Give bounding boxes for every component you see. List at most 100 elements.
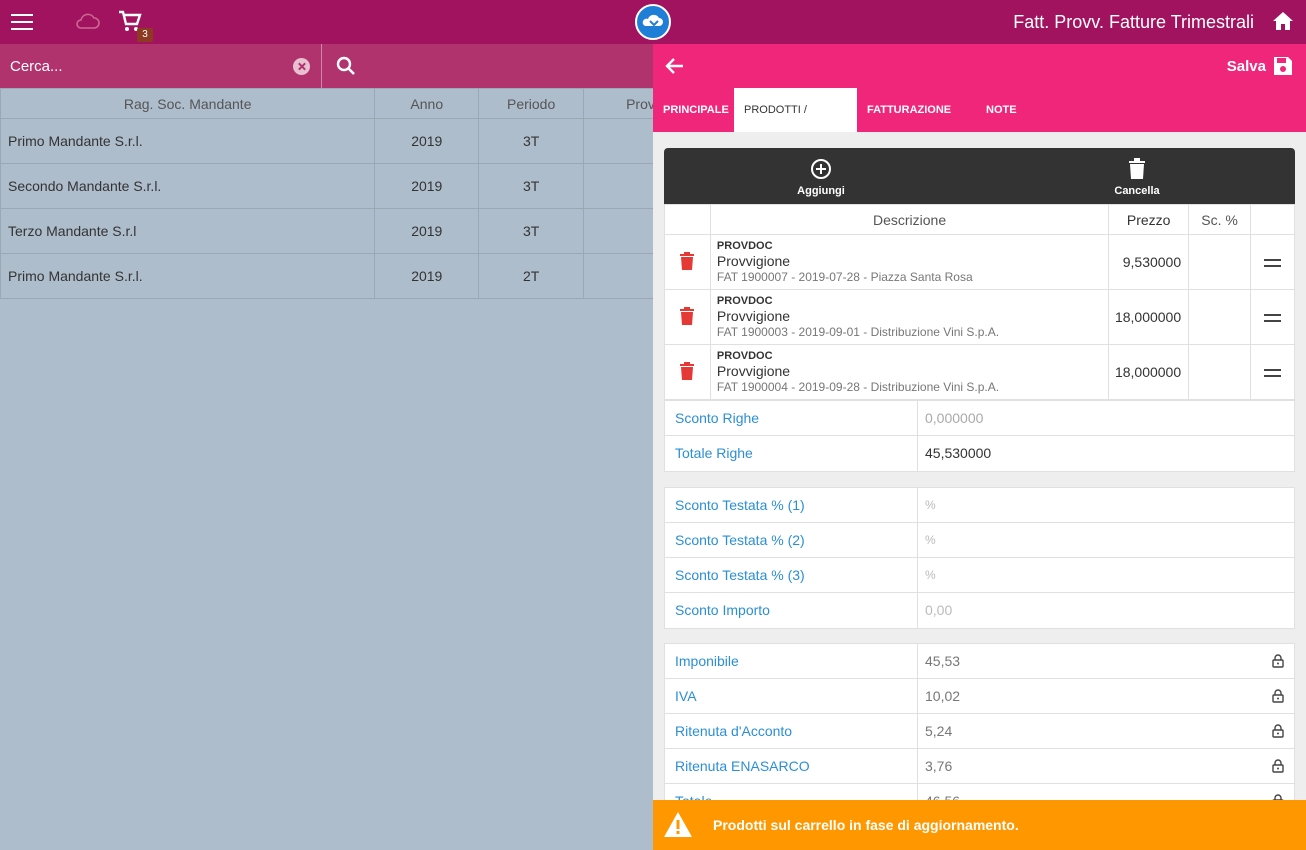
product-row[interactable]: PROVDOC Provvigione FAT 1900003 - 2019-0… <box>664 289 1295 345</box>
imponibile-row: Imponibile 45,53 <box>665 644 1294 679</box>
home-icon[interactable] <box>1272 11 1294 34</box>
search-bar <box>0 44 653 88</box>
tab-prodotti-servizi[interactable]: PRODOTTI / SERVIZI <box>734 88 857 160</box>
clear-search-icon[interactable] <box>293 58 310 75</box>
cell-periodo: 3T <box>478 163 585 209</box>
ritenuta-acconto-label: Ritenuta d'Acconto <box>675 723 793 739</box>
column-header-prezzo: Prezzo <box>1108 204 1190 235</box>
mandanti-table: Rag. Soc. Mandante Anno Periodo Prov Pri… <box>0 88 700 299</box>
search-icon[interactable] <box>336 56 356 79</box>
line-totals-box: Sconto Righe 0,000000 Totale Righe 45,53… <box>664 400 1295 472</box>
cloud-sync-icon[interactable] <box>74 12 100 33</box>
ritenuta-enasarco-value: 3,76 <box>917 749 1295 784</box>
cell-ragione-sociale: Terzo Mandante S.r.l <box>0 208 376 254</box>
cart-count-badge: 3 <box>137 28 153 42</box>
app-logo <box>635 4 671 40</box>
cell-anno: 2019 <box>374 118 480 164</box>
product-name: Provvigione <box>716 307 791 324</box>
totale-righe-value: 45,530000 <box>917 436 1295 471</box>
add-product-button[interactable]: Aggiungi <box>794 158 848 197</box>
lock-icon <box>1272 689 1284 703</box>
cell-anno: 2019 <box>374 208 480 254</box>
products-table: Descrizione Prezzo Sc. % PROVDOC Provvig… <box>664 204 1295 400</box>
trash-icon <box>1128 158 1146 183</box>
delete-products-label: Cancella <box>1114 185 1160 197</box>
back-arrow-icon[interactable] <box>665 56 685 79</box>
delete-row-button[interactable] <box>664 234 711 290</box>
totale-righe-label: Totale Righe <box>675 445 753 461</box>
iva-label: IVA <box>675 688 697 704</box>
lock-icon <box>1272 759 1284 773</box>
plus-circle-icon <box>810 159 832 183</box>
drag-handle-icon[interactable] <box>1250 344 1295 400</box>
product-discount[interactable] <box>1188 234 1252 290</box>
trash-icon <box>680 306 695 325</box>
search-input[interactable] <box>0 44 322 88</box>
tab-fatturazione[interactable]: FATTURAZIONE <box>857 88 967 132</box>
tab-bar: PRINCIPALE PRODOTTI / SERVIZI FATTURAZIO… <box>653 88 1306 160</box>
sconto-testata-3-field[interactable]: % <box>917 558 1295 593</box>
table-row[interactable]: Primo Mandante S.r.l. 2019 2T <box>0 253 700 299</box>
product-row[interactable]: PROVDOC Provvigione FAT 1900004 - 2019-0… <box>664 344 1295 400</box>
product-price[interactable]: 18,000000 <box>1108 289 1190 345</box>
cell-periodo: 2T <box>478 253 585 299</box>
sconto-importo-label: Sconto Importo <box>675 602 770 618</box>
product-code: PROVDOC <box>716 294 773 307</box>
sconto-testata-1-label: Sconto Testata % (1) <box>675 497 805 513</box>
product-discount[interactable] <box>1188 289 1252 345</box>
table-row[interactable]: Primo Mandante S.r.l. 2019 3T <box>0 118 700 164</box>
sconto-importo-field[interactable]: 0,00 <box>917 593 1295 628</box>
product-discount[interactable] <box>1188 344 1252 400</box>
ritenuta-acconto-row: Ritenuta d'Acconto 5,24 <box>665 714 1294 749</box>
product-price[interactable]: 18,000000 <box>1108 344 1190 400</box>
trash-icon <box>680 251 695 270</box>
column-header-sconto: Sc. % <box>1188 204 1252 235</box>
cell-ragione-sociale: Primo Mandante S.r.l. <box>0 253 376 299</box>
hamburger-menu-icon[interactable] <box>11 14 33 30</box>
cell-ragione-sociale: Secondo Mandante S.r.l. <box>0 163 376 209</box>
delete-products-button[interactable]: Cancella <box>1110 158 1164 197</box>
product-row[interactable]: PROVDOC Provvigione FAT 1900007 - 2019-0… <box>664 234 1295 290</box>
summary-box: Imponibile 45,53 IVA 10,02 Ritenuta d'Ac… <box>664 643 1295 820</box>
sconto-testata-1-field[interactable]: % <box>917 488 1295 523</box>
sconto-testata-3-row: Sconto Testata % (3) % <box>665 558 1294 593</box>
delete-row-button[interactable] <box>664 289 711 345</box>
tab-note[interactable]: NOTE <box>967 88 1047 132</box>
totale-righe-row: Totale Righe 45,530000 <box>665 436 1294 471</box>
column-header-anno[interactable]: Anno <box>374 88 480 119</box>
product-price[interactable]: 9,530000 <box>1108 234 1190 290</box>
column-header-periodo[interactable]: Periodo <box>478 88 585 119</box>
lock-icon <box>1272 724 1284 738</box>
delete-row-button[interactable] <box>664 344 711 400</box>
app-topbar: 3 Fatt. Provv. Fatture Trimestrali <box>0 0 1306 44</box>
product-detail: FAT 1900004 - 2019-09-28 - Distribuzione… <box>716 379 1000 394</box>
table-row[interactable]: Terzo Mandante S.r.l 2019 3T <box>0 208 700 254</box>
iva-row: IVA 10,02 <box>665 679 1294 714</box>
sconto-righe-value[interactable]: 0,000000 <box>917 401 1295 436</box>
product-description-cell: PROVDOC Provvigione FAT 1900007 - 2019-0… <box>709 234 1110 290</box>
cell-anno: 2019 <box>374 163 480 209</box>
floppy-disk-icon[interactable] <box>1272 55 1294 80</box>
column-header-drag <box>1250 204 1295 235</box>
invoice-detail-panel: Salva PRINCIPALE PRODOTTI / SERVIZI FATT… <box>653 44 1306 850</box>
save-button[interactable]: Salva <box>1227 58 1266 75</box>
iva-value: 10,02 <box>917 679 1295 714</box>
trash-icon <box>680 361 695 380</box>
warning-triangle-icon <box>663 811 693 841</box>
imponibile-label: Imponibile <box>675 653 739 669</box>
product-name: Provvigione <box>716 362 791 379</box>
product-description-cell: PROVDOC Provvigione FAT 1900004 - 2019-0… <box>709 344 1110 400</box>
ritenuta-enasarco-label: Ritenuta ENASARCO <box>675 758 810 774</box>
product-code: PROVDOC <box>716 349 773 362</box>
column-header-delete <box>664 204 711 235</box>
warning-message: Prodotti sul carrello in fase di aggiorn… <box>713 817 1019 833</box>
drag-handle-icon[interactable] <box>1250 289 1295 345</box>
column-header-ragione-sociale[interactable]: Rag. Soc. Mandante <box>0 88 376 119</box>
add-product-label: Aggiungi <box>797 185 845 197</box>
table-row[interactable]: Secondo Mandante S.r.l. 2019 3T <box>0 163 700 209</box>
sconto-testata-2-field[interactable]: % <box>917 523 1295 558</box>
drag-handle-icon[interactable] <box>1250 234 1295 290</box>
tab-principale[interactable]: PRINCIPALE <box>653 88 734 132</box>
mandanti-list: Rag. Soc. Mandante Anno Periodo Prov Pri… <box>0 88 700 299</box>
sconto-righe-row: Sconto Righe 0,000000 <box>665 401 1294 436</box>
